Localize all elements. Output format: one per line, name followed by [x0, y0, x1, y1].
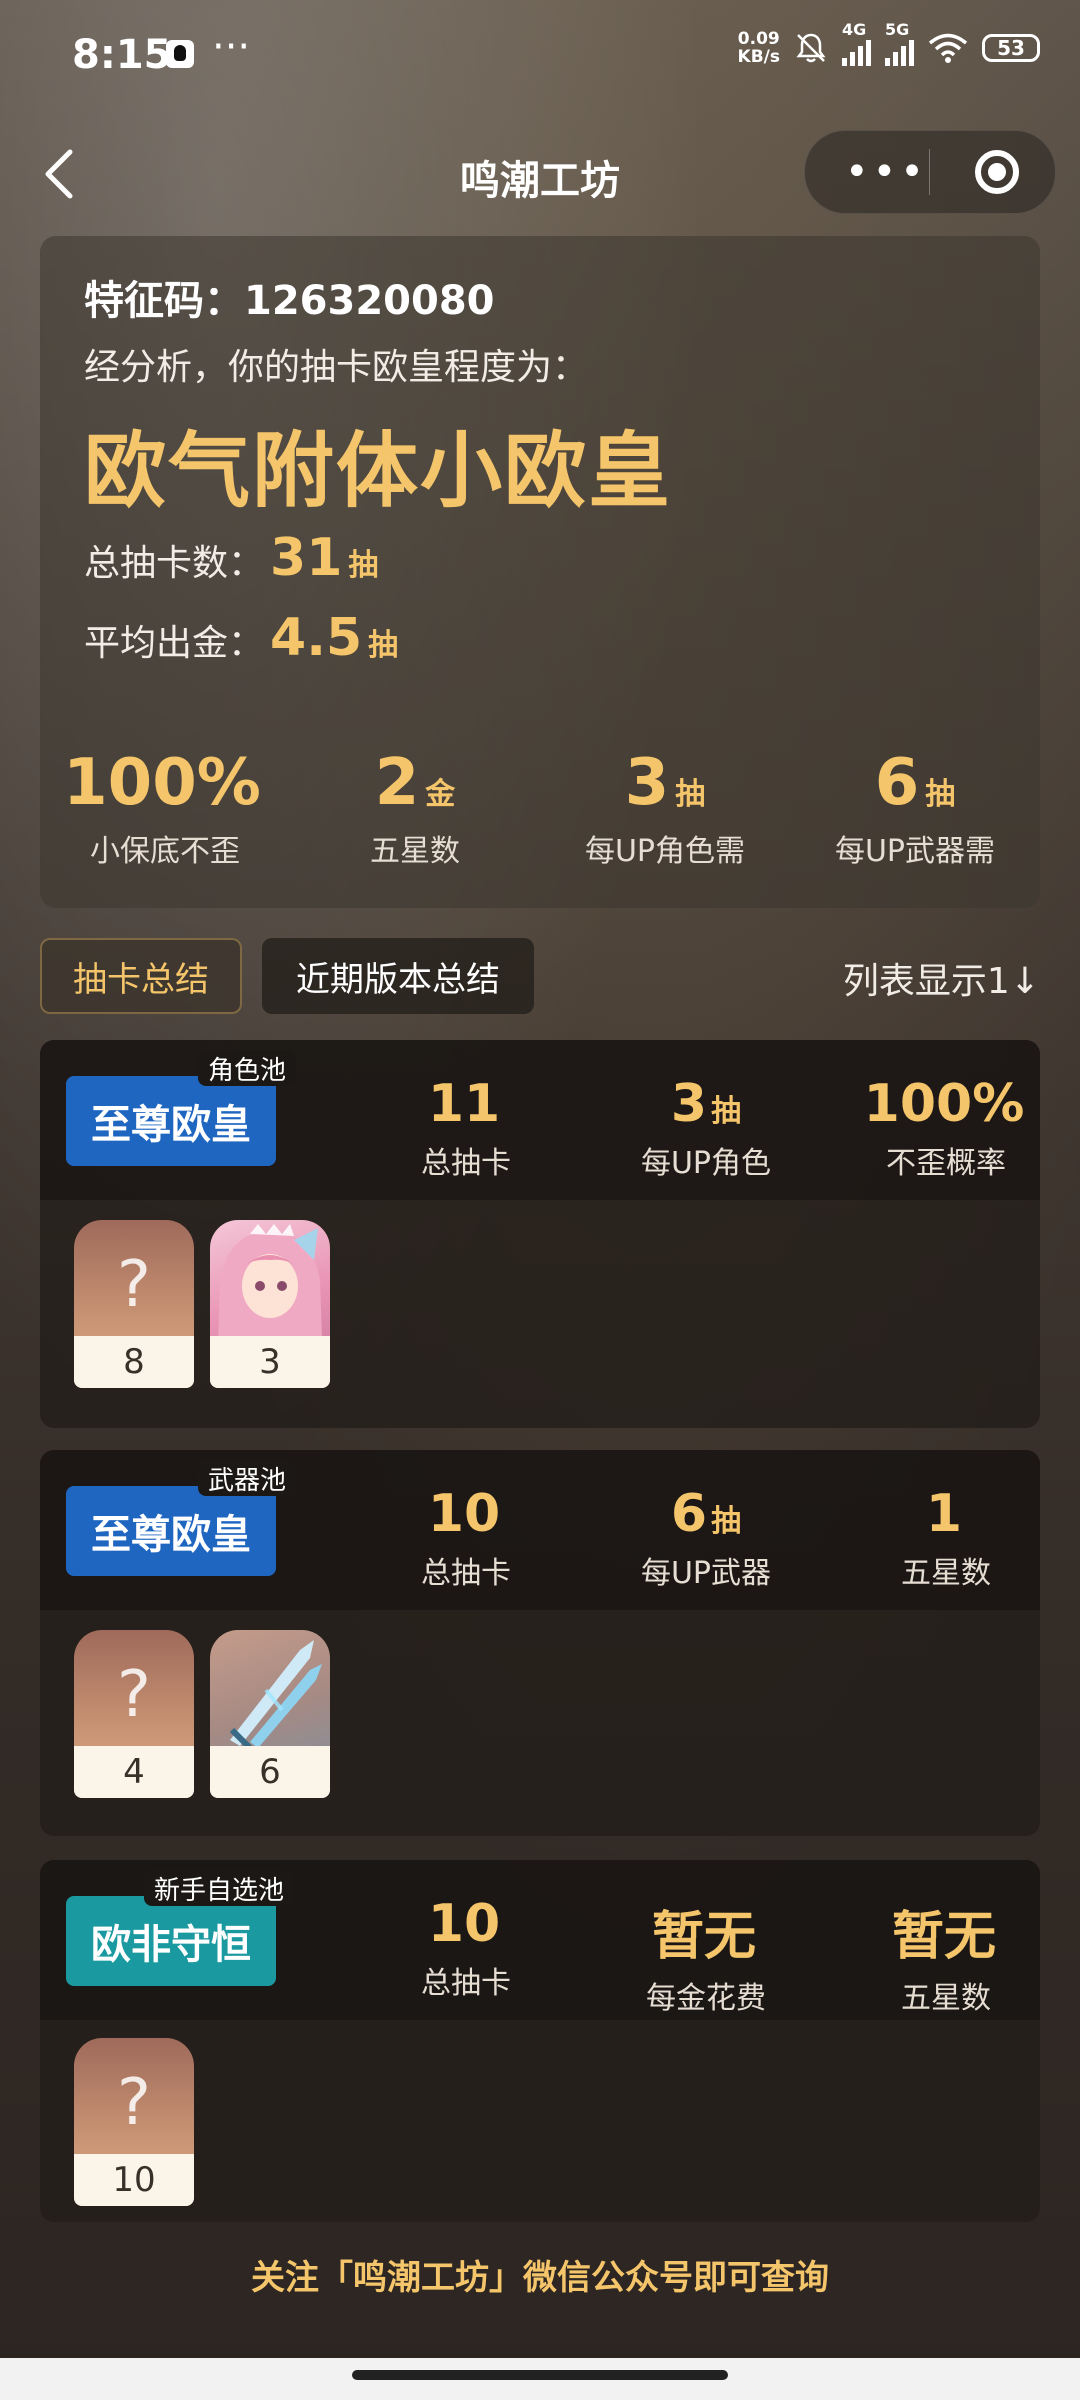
pull-card-unknown[interactable]: ? 8 — [74, 1220, 194, 1388]
pool-type-tag: 武器池 — [198, 1460, 297, 1496]
signal-4g-icon: 4G — [842, 20, 871, 66]
avg-gold-unit: 抽 — [368, 628, 399, 663]
analysis-text: 经分析，你的抽卡欧皇程度为： — [84, 347, 589, 388]
miniprogram-capsule: ••• — [804, 130, 1056, 214]
total-pulls-row: 总抽卡数： 31 抽 — [84, 528, 378, 588]
pull-count: 3 — [210, 1336, 330, 1388]
signal-5g-icon: 5G — [885, 20, 914, 66]
pool-card-weapon: 至尊欧皇 武器池 10 总抽卡 6抽 每UP武器 1 五星数 ? 4 6 — [40, 1450, 1040, 1836]
unknown-mark: ? — [117, 1248, 151, 1322]
status-dots: ··· — [212, 24, 251, 70]
net-speed: 0.09 KB/s — [738, 30, 780, 66]
feature-code-label: 特征码： — [84, 278, 244, 324]
pool-type-tag: 新手自选池 — [144, 1870, 295, 1906]
tab-pull-summary[interactable]: 抽卡总结 — [40, 938, 242, 1014]
stat-per-up-character: 3抽 每UP角色需 — [584, 746, 746, 869]
pull-card-weapon[interactable]: 6 — [210, 1630, 330, 1798]
pool-rank-badge: 至尊欧皇 — [66, 1076, 276, 1166]
pool-stat-cost-per-gold: 暂无 每金花费 — [646, 1907, 766, 2016]
pool-stat-total: 10 总抽卡 — [421, 1894, 511, 2001]
pool-stat-per-up: 6抽 每UP武器 — [640, 1484, 772, 1591]
sword-icon — [229, 1640, 322, 1750]
pool-stat-per-up: 3抽 每UP角色 — [640, 1074, 772, 1181]
pool-stat-total: 11 总抽卡 — [421, 1074, 511, 1181]
nav-bar: 鸣潮工坊 ••• — [0, 112, 1080, 232]
summary-tabs: 抽卡总结 近期版本总结 列表显示1↓ — [40, 938, 1040, 1014]
luck-rank-title: 欧气附体小欧皇 — [84, 424, 673, 519]
stat-five-star-count: 2金 五星数 — [370, 746, 460, 869]
qq-icon — [166, 40, 194, 68]
wifi-icon — [928, 33, 968, 63]
total-pulls-label: 总抽卡数： — [84, 543, 265, 584]
unknown-mark: ? — [117, 2066, 151, 2140]
pull-card-character[interactable]: 3 — [210, 1220, 330, 1388]
capsule-divider — [929, 149, 930, 195]
home-bar — [0, 2358, 1080, 2400]
stat-per-up-weapon: 6抽 每UP武器需 — [834, 746, 996, 869]
net-speed-unit: KB/s — [737, 47, 780, 67]
character-portrait-icon — [218, 1224, 322, 1340]
pool-stat-five-star: 暂无 五星数 — [891, 1907, 996, 2016]
pool-stat-total: 10 总抽卡 — [421, 1484, 511, 1591]
pull-count: 6 — [210, 1746, 330, 1798]
pull-card-unknown[interactable]: ? 4 — [74, 1630, 194, 1798]
pull-count: 8 — [74, 1336, 194, 1388]
pool-card-character: 至尊欧皇 角色池 11 总抽卡 3抽 每UP角色 100% 不歪概率 ? 8 3 — [40, 1040, 1040, 1428]
status-icons: 0.09 KB/s 4G 5G 53 — [738, 20, 1040, 66]
bell-muted-icon — [796, 33, 826, 63]
more-options-button[interactable]: ••• — [845, 152, 928, 192]
status-time: 8:15 — [72, 32, 172, 78]
unknown-mark: ? — [117, 1658, 151, 1732]
summary-stats: 100% 小保底不歪 2金 五星数 3抽 每UP角色需 6抽 每UP武器需 — [40, 746, 1040, 870]
total-pulls-value: 31 — [270, 528, 343, 588]
pool-card-novice: 欧非守恒 新手自选池 10 总抽卡 暂无 每金花费 暂无 五星数 ? 10 — [40, 1860, 1040, 2222]
status-bar: 8:15 ··· 0.09 KB/s 4G 5G 53 — [0, 0, 1080, 112]
stat-no-lose-rate: 100% 小保底不歪 — [63, 746, 261, 869]
home-indicator[interactable] — [352, 2370, 728, 2380]
avg-gold-row: 平均出金： 4.5 抽 — [84, 608, 398, 668]
close-miniprogram-button[interactable] — [975, 150, 1019, 194]
total-pulls-unit: 抽 — [348, 548, 379, 583]
avg-gold-value: 4.5 — [270, 608, 363, 668]
avg-gold-label: 平均出金： — [84, 623, 265, 664]
pool-type-tag: 角色池 — [198, 1050, 297, 1086]
pool-rank-badge: 至尊欧皇 — [66, 1486, 276, 1576]
pool-rank-badge: 欧非守恒 — [66, 1896, 276, 1986]
footer-note: 关注「鸣潮工坊」微信公众号即可查询 — [251, 2258, 829, 2298]
summary-card: 特征码：126320080 经分析，你的抽卡欧皇程度为： 欧气附体小欧皇 总抽卡… — [40, 236, 1040, 908]
pool-stat-rate: 100% 不歪概率 — [863, 1074, 1025, 1181]
list-display-toggle[interactable]: 列表显示1↓ — [843, 952, 1040, 1004]
pull-count: 4 — [74, 1746, 194, 1798]
battery-indicator: 53 — [982, 34, 1040, 62]
pool-stat-five-star: 1 五星数 — [901, 1484, 991, 1591]
feature-code-row: 特征码：126320080 — [84, 268, 495, 326]
net-speed-value: 0.09 — [737, 29, 780, 49]
pull-count: 10 — [74, 2154, 194, 2206]
tab-recent-version-summary[interactable]: 近期版本总结 — [262, 938, 534, 1014]
pull-card-unknown[interactable]: ? 10 — [74, 2038, 194, 2206]
feature-code: 126320080 — [244, 278, 495, 324]
